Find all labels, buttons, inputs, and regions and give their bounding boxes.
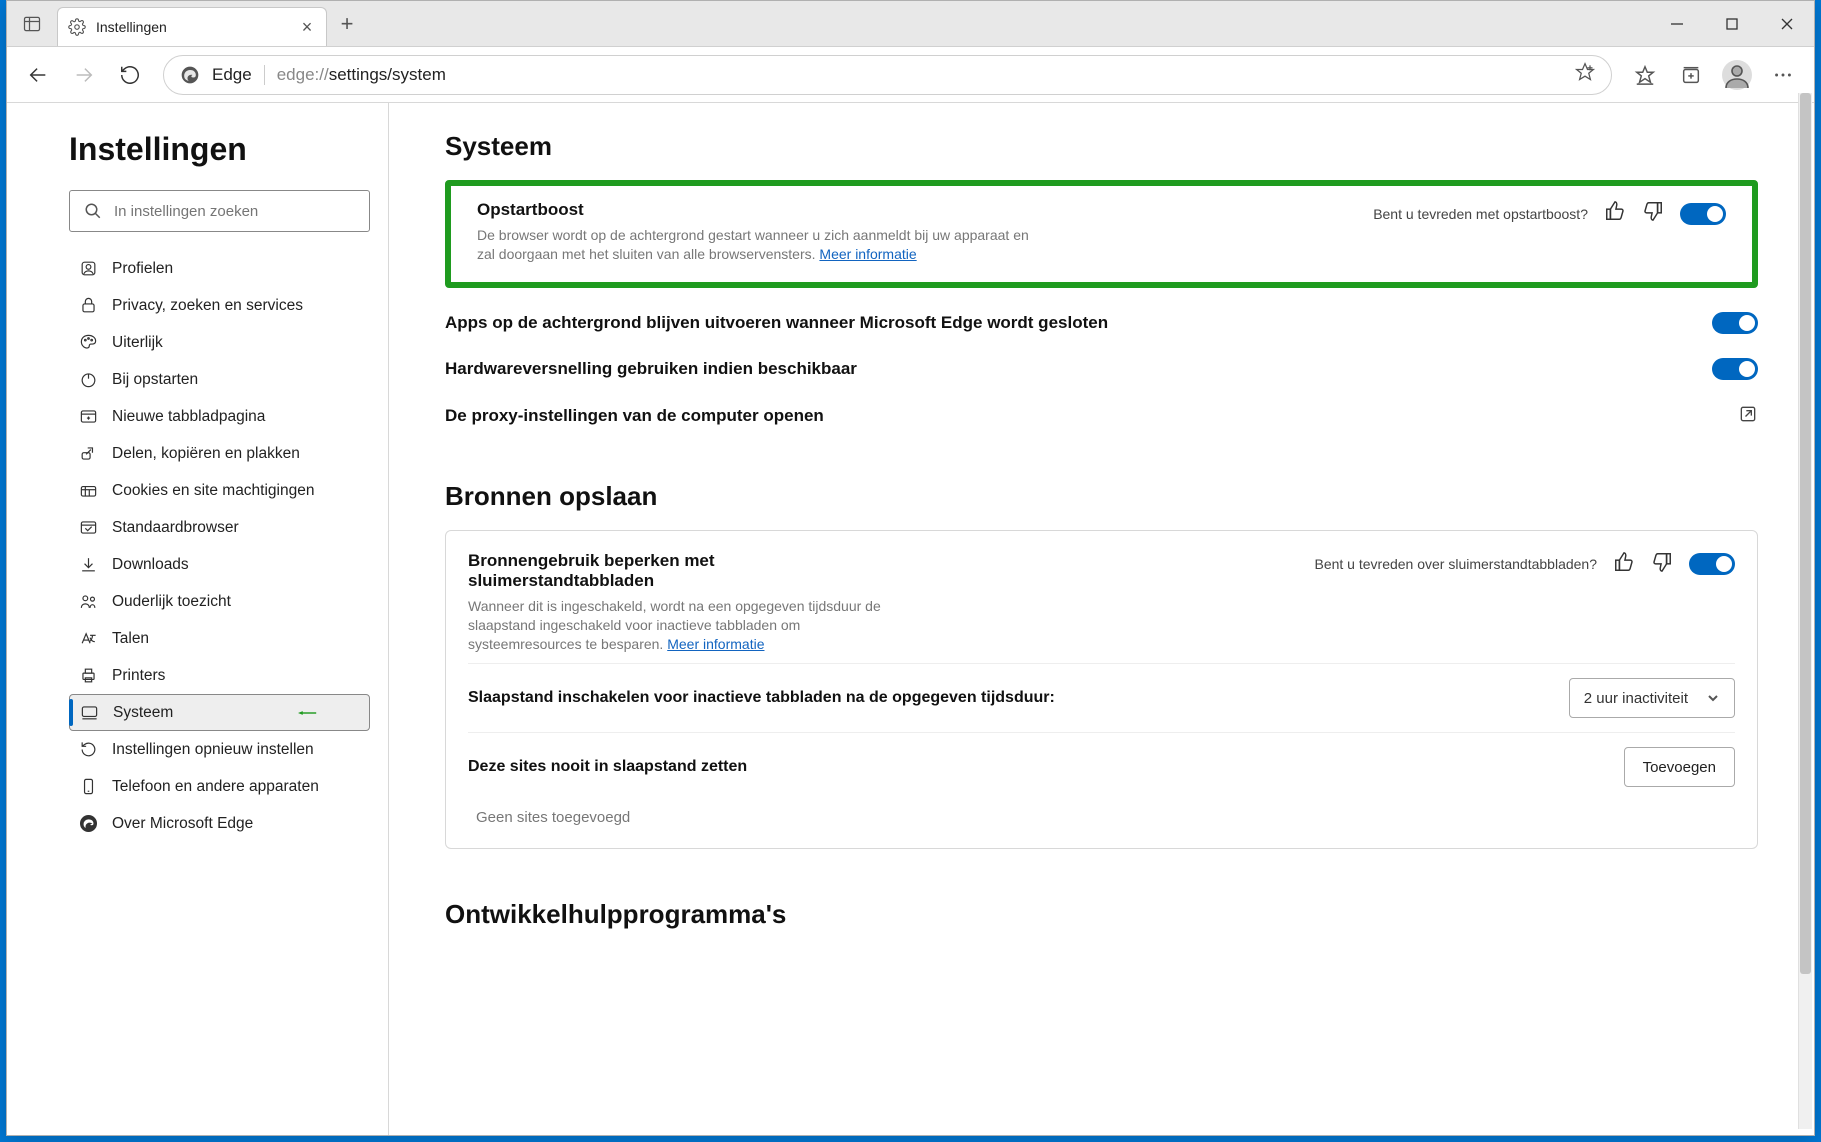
add-site-button[interactable]: Toevoegen [1624, 747, 1735, 787]
sleep-tabs-title: Bronnengebruik beperken met sluimerstand… [468, 551, 898, 591]
inactive-duration-dropdown[interactable]: 2 uur inactiviteit [1569, 678, 1735, 718]
hardware-accel-toggle[interactable] [1712, 358, 1758, 380]
sidebar-item-cookies[interactable]: Cookies en site machtigingen [69, 472, 370, 509]
settings-sidebar: Instellingen Profielen Privacy, zoeken e… [7, 103, 389, 1135]
back-button[interactable] [17, 54, 59, 96]
sleep-tabs-feedback-q: Bent u tevreden over sluimerstandtabblad… [1314, 556, 1597, 572]
startup-boost-desc: De browser wordt op de achtergrond gesta… [477, 226, 1037, 264]
tab-close-button[interactable]: × [298, 18, 316, 36]
sidebar-item-printers[interactable]: Printers [69, 657, 370, 694]
toolbar: Edge edge://settings/system [7, 47, 1814, 103]
background-apps-toggle[interactable] [1712, 312, 1758, 334]
sleep-tabs-toggle[interactable] [1689, 553, 1735, 575]
scrollbar-thumb[interactable] [1800, 93, 1811, 974]
forward-button[interactable] [63, 54, 105, 96]
settings-search-input[interactable] [114, 203, 355, 220]
sleep-tabs-link[interactable]: Meer informatie [667, 636, 764, 652]
open-external-icon [1738, 404, 1758, 429]
sidebar-title: Instellingen [69, 131, 370, 168]
window-maximize-button[interactable] [1704, 1, 1759, 46]
section-heading-bronnen: Bronnen opslaan [445, 481, 1758, 512]
sidebar-item-ouderlijk[interactable]: Ouderlijk toezicht [69, 583, 370, 620]
add-favorite-button[interactable] [1575, 62, 1595, 87]
sidebar-item-profielen[interactable]: Profielen [69, 250, 370, 287]
addr-origin-label: Edge [212, 65, 265, 85]
sidebar-item-reset[interactable]: Instellingen opnieuw instellen [69, 731, 370, 768]
more-button[interactable] [1762, 54, 1804, 96]
thumbs-up-button[interactable] [1613, 551, 1635, 578]
sidebar-item-privacy[interactable]: Privacy, zoeken en services [69, 287, 370, 324]
background-apps-row: Apps op de achtergrond blijven uitvoeren… [445, 300, 1758, 346]
tab-actions-button[interactable] [7, 1, 57, 46]
search-icon [84, 202, 102, 220]
edge-window: Instellingen × + Edge edge://settings/sy… [6, 0, 1815, 1136]
section-heading-systeem: Systeem [445, 131, 1758, 162]
refresh-button[interactable] [109, 54, 151, 96]
hardware-accel-row: Hardwareversnelling gebruiken indien bes… [445, 346, 1758, 392]
browser-tab[interactable]: Instellingen × [57, 7, 327, 46]
sidebar-item-talen[interactable]: Talen [69, 620, 370, 657]
thumbs-down-button[interactable] [1651, 551, 1673, 578]
sidebar-item-opstarten[interactable]: Bij opstarten [69, 361, 370, 398]
titlebar: Instellingen × + [7, 1, 1814, 47]
startup-boost-toggle[interactable] [1680, 203, 1726, 225]
thumbs-up-button[interactable] [1604, 200, 1626, 227]
startup-boost-title: Opstartboost [477, 200, 1037, 220]
resources-card: Bronnengebruik beperken met sluimerstand… [445, 530, 1758, 850]
inactive-duration-row: Slaapstand inschakelen voor inactieve ta… [468, 663, 1735, 732]
sidebar-item-over-edge[interactable]: Over Microsoft Edge [69, 805, 370, 842]
startup-boost-highlight: Opstartboost De browser wordt op de acht… [445, 180, 1758, 288]
tab-title: Instellingen [96, 19, 288, 35]
sidebar-item-systeem[interactable]: Systeem [69, 694, 370, 731]
settings-search[interactable] [69, 190, 370, 232]
sidebar-item-delen[interactable]: Delen, kopiëren en plakken [69, 435, 370, 472]
window-minimize-button[interactable] [1649, 1, 1704, 46]
startup-boost-feedback-q: Bent u tevreden met opstartboost? [1373, 206, 1588, 222]
addr-url: edge://settings/system [277, 65, 446, 85]
window-close-button[interactable] [1759, 1, 1814, 46]
sidebar-item-standaardbrowser[interactable]: Standaardbrowser [69, 509, 370, 546]
settings-main: Systeem Opstartboost De browser wordt op… [389, 103, 1814, 1135]
sleep-tabs-desc: Wanneer dit is ingeschakeld, wordt na ee… [468, 597, 898, 654]
sidebar-item-uiterlijk[interactable]: Uiterlijk [69, 324, 370, 361]
edge-logo-icon [180, 65, 200, 85]
startup-boost-link[interactable]: Meer informatie [819, 246, 916, 262]
section-heading-devtools: Ontwikkelhulpprogramma's [445, 899, 1758, 930]
thumbs-down-button[interactable] [1642, 200, 1664, 227]
annotation-arrow-icon [298, 703, 317, 722]
sidebar-item-nieuw-tabblad[interactable]: Nieuwe tabbladpagina [69, 398, 370, 435]
never-sleep-row: Deze sites nooit in slaapstand zetten To… [468, 732, 1735, 801]
chevron-down-icon [1706, 691, 1720, 705]
favorites-button[interactable] [1624, 54, 1666, 96]
new-tab-button[interactable]: + [327, 1, 367, 46]
address-bar[interactable]: Edge edge://settings/system [163, 55, 1612, 95]
sidebar-item-telefoon[interactable]: Telefoon en andere apparaten [69, 768, 370, 805]
collections-button[interactable] [1670, 54, 1712, 96]
profile-button[interactable] [1716, 54, 1758, 96]
proxy-settings-row[interactable]: De proxy-instellingen van de computer op… [445, 392, 1758, 441]
scrollbar[interactable] [1798, 93, 1812, 1129]
no-sites-text: Geen sites toegevoegd [468, 801, 1735, 826]
sidebar-item-downloads[interactable]: Downloads [69, 546, 370, 583]
